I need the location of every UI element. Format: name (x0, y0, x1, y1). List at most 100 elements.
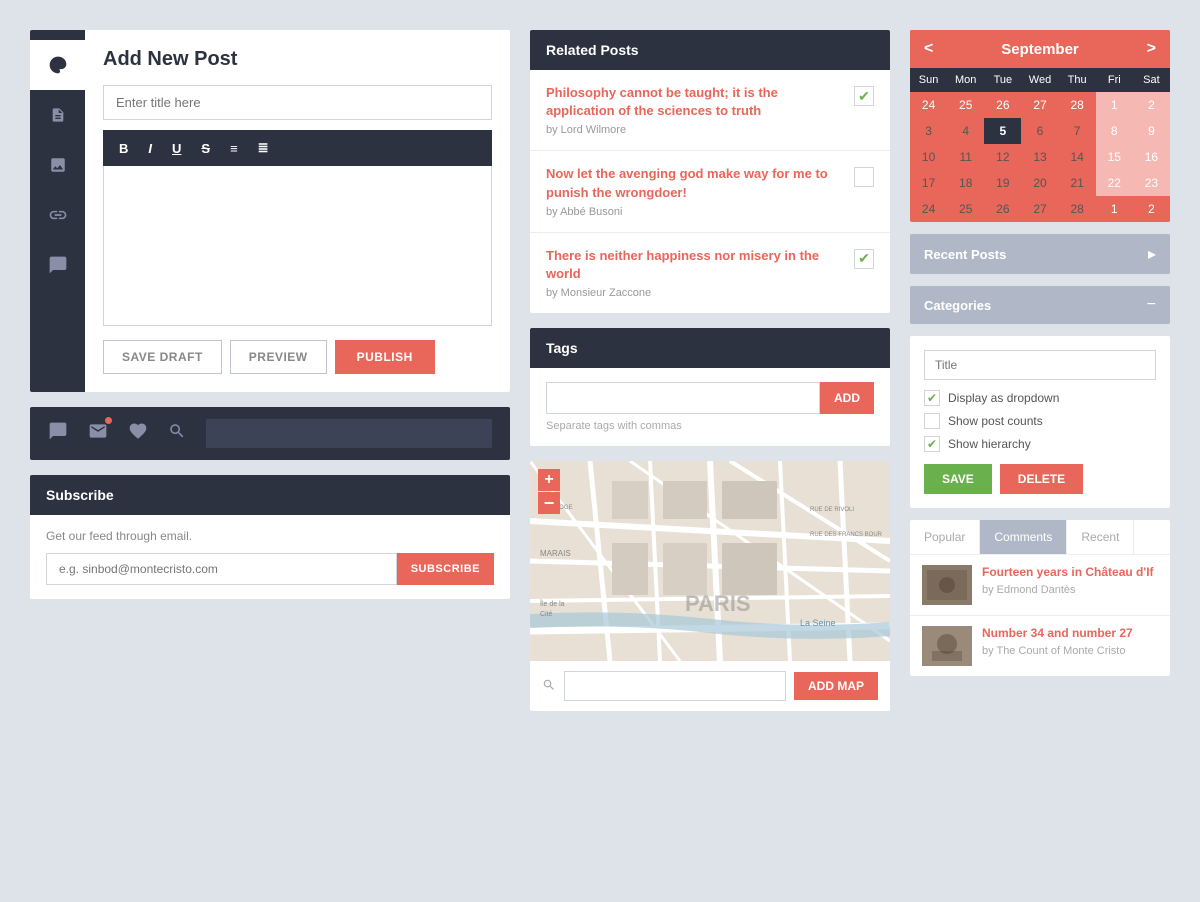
subscribe-button[interactable]: SUBSCRIBE (397, 553, 494, 585)
calendar-cell[interactable]: 14 (1059, 144, 1096, 170)
toolbar-search-input[interactable] (206, 419, 492, 448)
calendar-cell[interactable]: 25 (947, 196, 984, 222)
tab-post-info: Number 34 and number 27 by The Count of … (982, 626, 1133, 657)
tab-post-author: by The Count of Monte Cristo (982, 645, 1133, 657)
calendar-cell[interactable]: 13 (1021, 144, 1058, 170)
sidebar-icon-document[interactable] (30, 90, 85, 140)
sidebar-icon-palette[interactable] (30, 40, 85, 90)
svg-text:RUE DES FRANCS BOUR: RUE DES FRANCS BOUR (810, 532, 883, 538)
tab-popular[interactable]: Popular (910, 520, 980, 554)
calendar-cell[interactable]: 25 (947, 92, 984, 118)
calendar-cell[interactable]: 4 (947, 118, 984, 144)
toolbar-italic[interactable]: I (144, 139, 156, 158)
calendar-prev[interactable]: < (924, 40, 933, 58)
calendar-cell[interactable]: 27 (1021, 92, 1058, 118)
calendar-cell[interactable]: 20 (1021, 170, 1058, 196)
calendar-cell[interactable]: 18 (947, 170, 984, 196)
save-category-button[interactable]: SAVE (924, 464, 992, 494)
map-search-input[interactable] (564, 671, 786, 701)
calendar-cell[interactable]: 5 (984, 118, 1021, 144)
cat-option-dropdown-label: Display as dropdown (948, 391, 1059, 405)
map-zoom-out[interactable]: − (538, 492, 560, 514)
calendar-cell[interactable]: 19 (984, 170, 1021, 196)
delete-category-button[interactable]: DELETE (1000, 464, 1083, 494)
toolbar-strikethrough[interactable]: S (197, 139, 214, 158)
cal-day-thu: Thu (1059, 68, 1096, 92)
calendar-cell[interactable]: 6 (1021, 118, 1058, 144)
calendar-cell[interactable]: 26 (984, 92, 1021, 118)
toolbar-list-ordered[interactable]: ≣ (254, 138, 273, 158)
calendar-cell[interactable]: 12 (984, 144, 1021, 170)
related-post-checkbox[interactable]: ✔ (854, 86, 874, 106)
chat-icon[interactable] (48, 421, 68, 446)
cat-option-counts-label: Show post counts (948, 414, 1043, 428)
related-post-content: Philosophy cannot be taught; it is the a… (546, 84, 844, 136)
calendar-cell[interactable]: 7 (1059, 118, 1096, 144)
related-post-checkbox[interactable]: ✔ (854, 249, 874, 269)
cal-day-mon: Mon (947, 68, 984, 92)
post-editor[interactable] (103, 166, 492, 326)
cat-option-counts: Show post counts (924, 413, 1156, 429)
mail-icon[interactable] (88, 421, 108, 446)
tab-comments[interactable]: Comments (980, 520, 1067, 554)
cat-checkbox-dropdown[interactable]: ✔ (924, 390, 940, 406)
calendar-cell[interactable]: 24 (910, 92, 947, 118)
categories-label: Categories (924, 298, 991, 313)
calendar-cell[interactable]: 24 (910, 196, 947, 222)
sidebar-icon-link[interactable] (30, 190, 85, 240)
category-title-input[interactable] (924, 350, 1156, 380)
calendar-cell[interactable]: 28 (1059, 92, 1096, 118)
toolbar-underline[interactable]: U (168, 139, 185, 158)
cal-day-wed: Wed (1021, 68, 1058, 92)
related-post-checkbox[interactable] (854, 167, 874, 187)
calendar-cell[interactable]: 2 (1133, 92, 1170, 118)
calendar-cell[interactable]: 15 (1096, 144, 1133, 170)
subscribe-email-input[interactable] (46, 553, 397, 585)
calendar-cell[interactable]: 9 (1133, 118, 1170, 144)
post-title-input[interactable] (103, 85, 492, 120)
sidebar-icon-image[interactable] (30, 140, 85, 190)
calendar-cell[interactable]: 1 (1096, 196, 1133, 222)
calendar-cell[interactable]: 11 (947, 144, 984, 170)
calendar-cell[interactable]: 23 (1133, 170, 1170, 196)
save-draft-button[interactable]: SAVE DRAFT (103, 340, 222, 374)
add-map-button[interactable]: ADD MAP (794, 672, 878, 700)
publish-button[interactable]: PUBLISH (335, 340, 435, 374)
cat-checkbox-counts[interactable] (924, 413, 940, 429)
search-icon[interactable] (168, 422, 186, 445)
categories-toggle-icon[interactable]: − (1147, 296, 1156, 314)
categories-bar: Categories − (910, 286, 1170, 324)
tabs-card: Popular Comments Recent Fourteen years i… (910, 520, 1170, 676)
toolbar-bold[interactable]: B (115, 139, 132, 158)
related-post-title: Philosophy cannot be taught; it is the a… (546, 84, 844, 120)
recent-posts-toggle-icon[interactable]: ▸ (1148, 244, 1156, 264)
tab-recent[interactable]: Recent (1067, 520, 1134, 554)
calendar-cell[interactable]: 2 (1133, 196, 1170, 222)
cat-checkbox-hierarchy[interactable]: ✔ (924, 436, 940, 452)
mail-badge (105, 417, 112, 424)
calendar-cell[interactable]: 22 (1096, 170, 1133, 196)
calendar-cell[interactable]: 27 (1021, 196, 1058, 222)
calendar-cell[interactable]: 17 (910, 170, 947, 196)
calendar-cell[interactable]: 16 (1133, 144, 1170, 170)
calendar-cell[interactable]: 28 (1059, 196, 1096, 222)
svg-text:La Seine: La Seine (800, 618, 836, 628)
related-post-item: Now let the avenging god make way for me… (530, 151, 890, 232)
calendar-cell[interactable]: 3 (910, 118, 947, 144)
map-footer: ADD MAP (530, 661, 890, 711)
tags-header: Tags (530, 328, 890, 368)
tags-input[interactable] (546, 382, 820, 414)
add-tag-button[interactable]: ADD (820, 382, 874, 414)
heart-icon[interactable] (128, 421, 148, 446)
categories-widget: ✔ Display as dropdown Show post counts ✔… (910, 336, 1170, 508)
calendar-next[interactable]: > (1147, 40, 1156, 58)
map-zoom-in[interactable]: + (538, 469, 560, 491)
calendar-cell[interactable]: 10 (910, 144, 947, 170)
calendar-cell[interactable]: 1 (1096, 92, 1133, 118)
toolbar-list-unordered[interactable]: ≡ (226, 139, 242, 158)
calendar-cell[interactable]: 8 (1096, 118, 1133, 144)
sidebar-icon-comment[interactable] (30, 240, 85, 290)
calendar-cell[interactable]: 26 (984, 196, 1021, 222)
calendar-cell[interactable]: 21 (1059, 170, 1096, 196)
preview-button[interactable]: PREVIEW (230, 340, 327, 374)
